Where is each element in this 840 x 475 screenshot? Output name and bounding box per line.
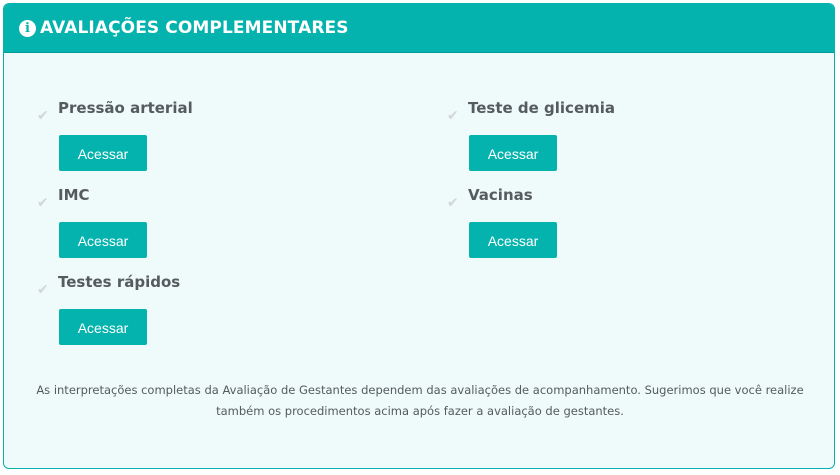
access-glucose-test-button[interactable]: Acessar <box>469 135 557 171</box>
assessment-title: Testes rápidos <box>58 273 181 291</box>
assessment-title: IMC <box>58 186 90 204</box>
access-vaccines-button[interactable]: Acessar <box>469 222 557 258</box>
assessment-title: Pressão arterial <box>58 99 193 117</box>
access-bmi-button[interactable]: Acessar <box>59 222 147 258</box>
complementary-assessments-panel: i AVALIAÇÕES COMPLEMENTARES ✔ Pressão ar… <box>3 3 835 469</box>
panel-header: i AVALIAÇÕES COMPLEMENTARES <box>4 4 834 53</box>
info-note-line: As interpretações completas da Avaliação… <box>36 383 804 397</box>
info-note: As interpretações completas da Avaliação… <box>4 380 834 422</box>
access-blood-pressure-button[interactable]: Acessar <box>59 135 147 171</box>
access-rapid-tests-button[interactable]: Acessar <box>59 309 147 345</box>
checkmark-icon: ✔ <box>37 108 49 124</box>
assessment-title: Vacinas <box>468 186 533 204</box>
checkmark-icon: ✔ <box>447 195 459 211</box>
checkmark-icon: ✔ <box>37 282 49 298</box>
panel-title: AVALIAÇÕES COMPLEMENTARES <box>40 18 349 38</box>
info-icon: i <box>19 19 36 37</box>
info-note-line: também os procedimentos acima após fazer… <box>216 404 624 418</box>
checkmark-icon: ✔ <box>447 108 459 124</box>
assessment-title: Teste de glicemia <box>468 99 616 117</box>
checkmark-icon: ✔ <box>37 195 49 211</box>
